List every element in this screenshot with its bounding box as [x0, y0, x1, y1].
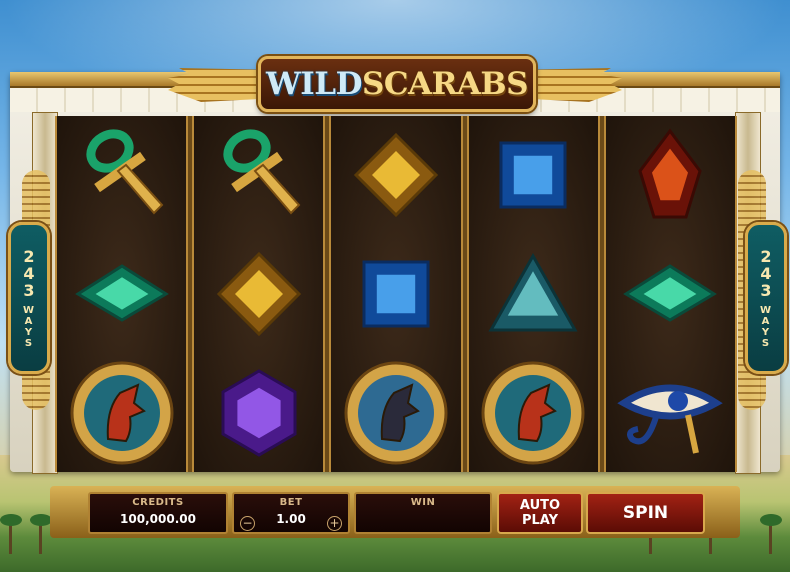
- yellow-gem-icon: [204, 239, 314, 349]
- bet-label: BET: [279, 497, 303, 508]
- ways-label: WAYS: [22, 304, 36, 349]
- ankh-icon: [67, 120, 177, 230]
- game-logo: WILDSCARABS: [258, 56, 536, 112]
- horus-medallion-icon: [478, 358, 588, 468]
- credits-value: 100,000.00: [120, 512, 196, 526]
- autoplay-button[interactable]: AUTO PLAY: [497, 492, 583, 534]
- teal-pyramid-gem-icon: [478, 239, 588, 349]
- purple-gem-icon: [204, 358, 314, 468]
- credits-display: CREDITS 100,000.00: [88, 492, 228, 534]
- bet-display: BET − 1.00 +: [232, 492, 350, 534]
- bet-decrease-button[interactable]: −: [240, 516, 255, 531]
- reel-1: [55, 116, 189, 472]
- reel-grid: [55, 116, 738, 472]
- horus-medallion-icon: [67, 358, 177, 468]
- spin-label: SPIN: [622, 503, 669, 523]
- reel-5: [603, 116, 738, 472]
- autoplay-label-line2: PLAY: [521, 513, 559, 528]
- autoplay-label-line1: AUTO: [519, 498, 561, 513]
- ways-label: WAYS: [759, 304, 773, 349]
- ankh-icon: [204, 120, 314, 230]
- green-gem-icon: [67, 239, 177, 349]
- palm-tree-icon: [760, 514, 782, 554]
- reel-4: [466, 116, 600, 472]
- credits-label: CREDITS: [132, 497, 184, 508]
- palm-tree-icon: [30, 514, 52, 554]
- yellow-gem-icon: [341, 120, 451, 230]
- ways-panel-right: 243 WAYS: [745, 222, 787, 374]
- win-label: WIN: [410, 497, 436, 508]
- spin-button[interactable]: SPIN: [586, 492, 705, 534]
- green-gem-icon: [615, 239, 725, 349]
- win-display: WIN: [354, 492, 492, 534]
- palm-tree-icon: [0, 514, 22, 554]
- blue-gem-icon: [478, 120, 588, 230]
- eye-of-horus-icon: [615, 358, 725, 468]
- reel-2: [192, 116, 326, 472]
- red-gem-icon: [615, 120, 725, 230]
- reel-3: [329, 116, 463, 472]
- logo-scarabs-text: SCARABS: [361, 66, 529, 102]
- ways-panel-left: 243 WAYS: [8, 222, 50, 374]
- blue-gem-icon: [341, 239, 451, 349]
- anubis-medallion-icon: [341, 358, 451, 468]
- ways-count: 243: [760, 246, 772, 300]
- logo-wild-text: WILD: [265, 66, 363, 102]
- bet-increase-button[interactable]: +: [327, 516, 342, 531]
- ways-count: 243: [23, 246, 35, 300]
